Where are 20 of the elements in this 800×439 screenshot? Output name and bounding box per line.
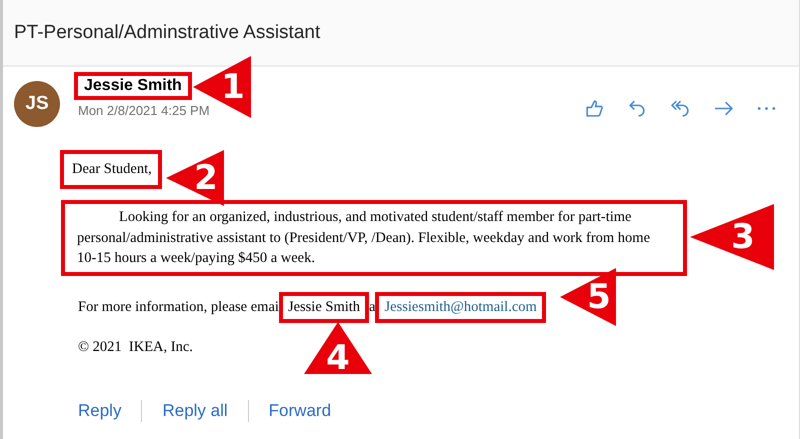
- contact-text: a: [369, 298, 376, 316]
- greeting-text: Dear Student,: [60, 150, 162, 189]
- sender-name: Jessie Smith: [74, 72, 192, 100]
- footer-link[interactable]: Reply all: [162, 400, 228, 420]
- reply-all-icon[interactable]: [670, 98, 691, 119]
- thumbs-up-icon[interactable]: [584, 98, 605, 119]
- contact-text: For more information, please emai: [78, 298, 279, 316]
- callout-marker: 5: [560, 268, 616, 326]
- callout-marker: 3: [690, 204, 774, 270]
- footer-link[interactable]: Reply: [78, 400, 122, 420]
- copyright-text: © 2021 IKEA, Inc.: [77, 338, 194, 356]
- avatar: JS: [14, 81, 60, 127]
- message-paragraph: Looking for an organized, industrious, and motivated student/staff member for part-time personal/administrative assistant to (President/VP, /Dean). Flexible, weekday and work from home 10-15 hours a week/paying $450 a week.: [61, 200, 687, 276]
- message-date: Mon 2/8/2021 4:25 PM: [78, 103, 210, 118]
- contact-name: Jessie Smith: [278, 292, 370, 322]
- callout-marker: 4: [304, 322, 372, 374]
- email-link[interactable]: Jessiesmith@hotmail.com: [375, 292, 546, 322]
- footer-link[interactable]: Forward: [268, 400, 332, 420]
- window-title: PT-Personal/Adminstrative Assistant: [14, 22, 320, 44]
- callout-marker: 2: [166, 150, 224, 206]
